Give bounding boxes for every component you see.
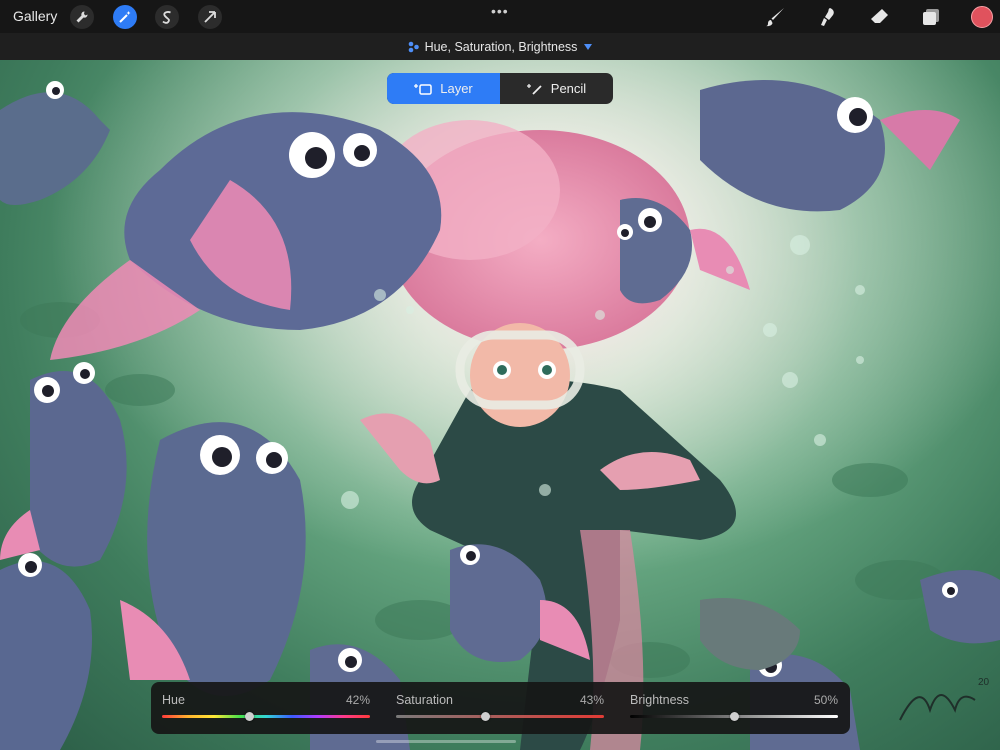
hue-value: 42%	[345, 693, 370, 707]
layers-icon[interactable]	[920, 6, 942, 28]
saturation-knob[interactable]	[480, 712, 490, 721]
wrench-icon[interactable]	[70, 5, 94, 29]
brightness-label: Brightness	[630, 693, 690, 707]
smudge-icon[interactable]	[817, 6, 839, 28]
magic-wand-icon[interactable]	[113, 5, 137, 29]
chevron-down-icon[interactable]	[583, 43, 593, 51]
brightness-value: 50%	[813, 693, 838, 707]
hue-knob[interactable]	[244, 712, 254, 721]
saturation-value: 43%	[579, 693, 604, 707]
saturation-slider[interactable]: Saturation 43%	[396, 682, 604, 734]
hue-slider[interactable]: Hue 42%	[162, 682, 370, 734]
svg-text:20: 20	[978, 677, 990, 688]
arrow-cursor-icon[interactable]	[198, 5, 222, 29]
adjustment-title: Hue, Saturation, Brightness	[424, 39, 578, 54]
more-options-icon[interactable]: •••	[491, 3, 509, 19]
saturation-label: Saturation	[396, 693, 453, 707]
gallery-button[interactable]: Gallery	[13, 8, 57, 24]
pencil-icon	[526, 83, 542, 95]
underwater-illustration: 20	[0, 60, 1000, 750]
pencil-mode-button[interactable]: Pencil	[500, 73, 613, 104]
eraser-icon[interactable]	[868, 6, 890, 28]
layer-mode-button[interactable]: Layer	[387, 73, 500, 104]
home-indicator[interactable]	[376, 740, 516, 743]
color-swatch[interactable]	[971, 6, 993, 28]
artwork-canvas[interactable]: 20	[0, 60, 1000, 750]
adjustment-dots-icon	[408, 41, 419, 52]
hue-label: Hue	[162, 693, 185, 707]
brush-icon[interactable]	[765, 6, 787, 28]
saturation-track[interactable]	[396, 715, 604, 718]
brightness-slider[interactable]: Brightness 50%	[630, 682, 838, 734]
hsb-slider-panel: Hue 42% Saturation 43% Brightness 50%	[151, 682, 850, 734]
selection-s-icon[interactable]	[155, 5, 179, 29]
layer-mode-label: Layer	[440, 81, 473, 96]
layer-pencil-toggle: Layer Pencil	[387, 73, 613, 104]
top-toolbar: Gallery •••	[0, 0, 1000, 33]
brightness-knob[interactable]	[729, 712, 739, 721]
hue-track[interactable]	[162, 715, 370, 718]
layer-icon	[414, 83, 432, 95]
adjustment-title-bar[interactable]: Hue, Saturation, Brightness	[0, 33, 1000, 60]
pencil-mode-label: Pencil	[550, 81, 587, 96]
